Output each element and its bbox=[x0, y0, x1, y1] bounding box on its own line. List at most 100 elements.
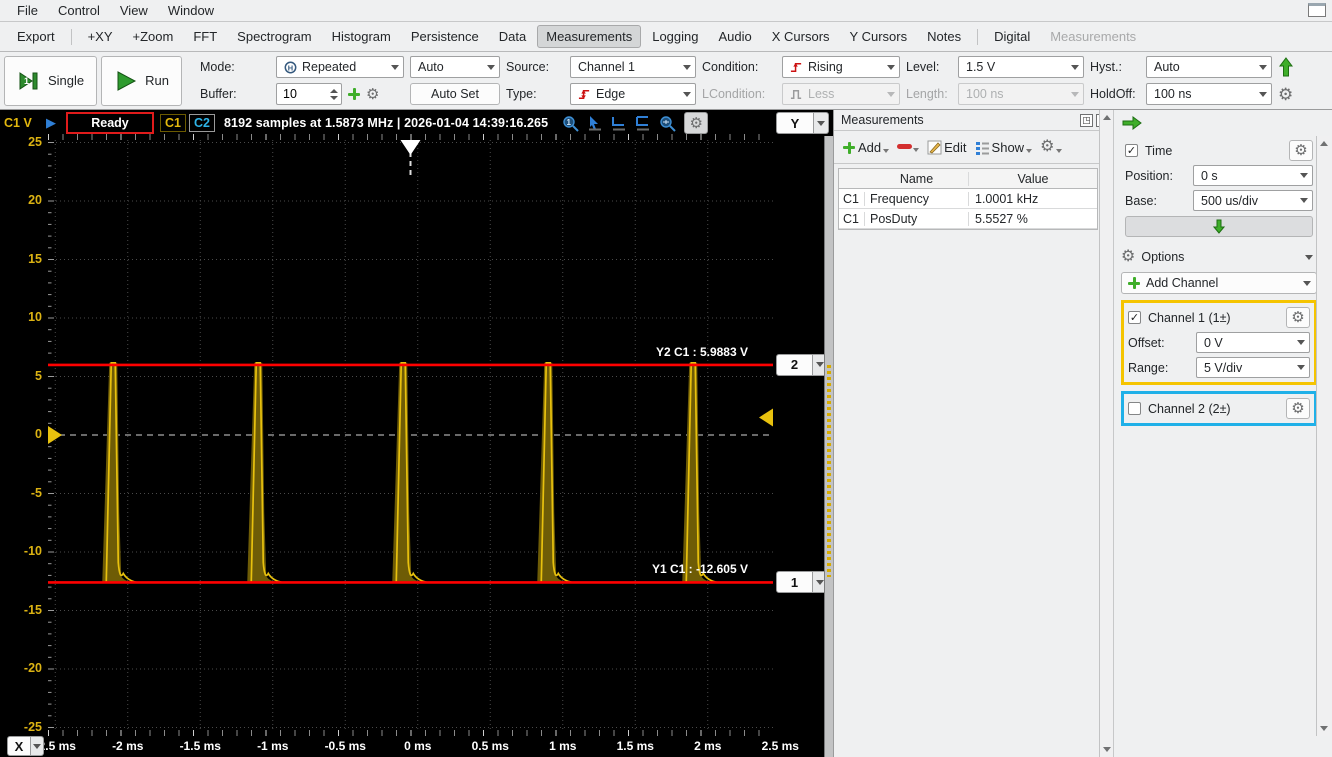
x-axis-button[interactable]: X bbox=[7, 736, 31, 756]
scroll-up-icon[interactable] bbox=[1101, 111, 1113, 124]
channel2-settings-button[interactable]: ⚙ bbox=[1286, 398, 1310, 419]
holdoff-select[interactable]: 100 ns bbox=[1146, 83, 1272, 105]
y-cursor-tool-icon[interactable] bbox=[635, 115, 651, 131]
y-tick-label: 15 bbox=[0, 252, 42, 266]
y2-cursor-number[interactable]: 2 bbox=[776, 354, 813, 376]
float-panel-icon[interactable]: ◳ bbox=[1080, 114, 1093, 127]
view-tab-y-cursors[interactable]: Y Cursors bbox=[841, 25, 917, 48]
buffer-gear-icon[interactable]: ⚙ bbox=[366, 87, 379, 102]
y-axis-button[interactable]: Y bbox=[776, 112, 814, 134]
view-tab-digital[interactable]: Digital bbox=[985, 25, 1039, 48]
options-section[interactable]: ⚙ Options bbox=[1121, 245, 1317, 269]
add-buffer-icon[interactable] bbox=[347, 87, 361, 101]
channel2-checkbox[interactable] bbox=[1128, 402, 1141, 415]
add-dropdown-icon[interactable] bbox=[883, 149, 889, 153]
scroll-down-icon[interactable] bbox=[1318, 722, 1330, 735]
column-name: Name bbox=[865, 172, 969, 186]
scope-plot[interactable] bbox=[48, 140, 773, 730]
x-axis-selector[interactable]: X bbox=[7, 736, 44, 756]
menu-window[interactable]: Window bbox=[159, 1, 223, 20]
base-select[interactable]: 500 us/div bbox=[1193, 190, 1313, 211]
hyst-select[interactable]: Auto bbox=[1146, 56, 1272, 78]
view-tab-spectrogram[interactable]: Spectrogram bbox=[228, 25, 320, 48]
remove-dropdown-icon[interactable] bbox=[913, 148, 919, 152]
view-tab-fft[interactable]: FFT bbox=[184, 25, 226, 48]
y1-cursor-number[interactable]: 1 bbox=[776, 571, 813, 593]
buffer-spinner[interactable] bbox=[276, 83, 342, 105]
y-axis-selector[interactable]: Y bbox=[776, 112, 829, 134]
scroll-down-icon[interactable] bbox=[1101, 743, 1113, 756]
gear-icon: ⚙ bbox=[1040, 139, 1054, 155]
view-tab-measurements[interactable]: Measurements bbox=[537, 25, 641, 48]
view-tab-notes[interactable]: Notes bbox=[918, 25, 970, 48]
view-tab-audio[interactable]: Audio bbox=[710, 25, 761, 48]
channel1-settings-button[interactable]: ⚙ bbox=[1286, 307, 1310, 328]
view-tab-histogram[interactable]: Histogram bbox=[323, 25, 400, 48]
run-button[interactable]: Run bbox=[101, 56, 182, 106]
view-tab-persistence[interactable]: Persistence bbox=[402, 25, 488, 48]
x-cursor-tool-icon[interactable] bbox=[611, 115, 627, 131]
y1-cursor-handle[interactable]: 1 bbox=[776, 571, 828, 593]
autoset-button[interactable]: Auto Set bbox=[410, 83, 500, 105]
table-row[interactable]: C1Frequency1.0001 kHz bbox=[839, 189, 1097, 209]
buffer-input[interactable] bbox=[277, 87, 323, 101]
pointer-cursor-icon[interactable] bbox=[587, 115, 603, 131]
scope-vertical-scrollbar[interactable] bbox=[824, 136, 833, 757]
show-dropdown-icon[interactable] bbox=[1026, 149, 1032, 153]
channel2-badge[interactable]: C2 bbox=[189, 114, 215, 132]
zoom-in-icon[interactable]: 1 bbox=[562, 115, 579, 132]
view-tab-export[interactable]: Export bbox=[8, 25, 64, 48]
plot-settings-button[interactable]: ⚙ bbox=[684, 112, 708, 134]
mode-auto-select[interactable]: Auto bbox=[410, 56, 500, 78]
position-select[interactable]: 0 s bbox=[1193, 165, 1313, 186]
view-tab-logging[interactable]: Logging bbox=[643, 25, 707, 48]
condition-select[interactable]: Rising bbox=[782, 56, 900, 78]
time-settings-button[interactable]: ⚙ bbox=[1289, 140, 1313, 161]
options-scrollbar[interactable] bbox=[1316, 136, 1330, 736]
apply-down-button[interactable] bbox=[1125, 216, 1313, 237]
edit-measurement-button[interactable]: Edit bbox=[925, 137, 968, 158]
time-checkbox[interactable]: ✓ bbox=[1125, 144, 1138, 157]
single-button[interactable]: 1 Single bbox=[4, 56, 97, 106]
offset-select[interactable]: 0 V bbox=[1196, 332, 1310, 353]
window-restore-icon[interactable] bbox=[1308, 3, 1326, 17]
range-select[interactable]: 5 V/div bbox=[1196, 357, 1310, 378]
edit-pencil-icon bbox=[927, 140, 942, 155]
add-channel-button[interactable]: Add Channel bbox=[1121, 272, 1317, 294]
scroll-up-icon[interactable] bbox=[1318, 137, 1330, 150]
trigger-up-arrow-icon[interactable] bbox=[1278, 57, 1294, 77]
menu-file[interactable]: File bbox=[8, 1, 47, 20]
remove-measurement-button[interactable] bbox=[895, 137, 921, 157]
menu-view[interactable]: View bbox=[111, 1, 157, 20]
channel1-badge[interactable]: C1 bbox=[160, 114, 186, 132]
view-tab--xy[interactable]: +XY bbox=[79, 25, 122, 48]
y-axis-dropdown-icon[interactable] bbox=[814, 112, 829, 134]
menu-control[interactable]: Control bbox=[49, 1, 109, 20]
options-dropdown-icon[interactable] bbox=[1305, 255, 1313, 260]
y2-cursor-label: Y2 C1 : 5.9883 V bbox=[588, 345, 748, 359]
measurements-titlebar: Measurements ◳ ✕ bbox=[834, 110, 1113, 131]
source-select[interactable]: Channel 1 bbox=[570, 56, 696, 78]
mode-select[interactable]: H Repeated bbox=[276, 56, 404, 78]
view-tab-data[interactable]: Data bbox=[490, 25, 535, 48]
x-tick-label: 2.5 ms bbox=[750, 739, 810, 753]
x-axis-dropdown-icon[interactable] bbox=[31, 736, 44, 756]
y2-cursor-handle[interactable]: 2 bbox=[776, 354, 828, 376]
add-channel-dropdown-icon[interactable] bbox=[1303, 281, 1311, 286]
trigger-gear-icon[interactable]: ⚙ bbox=[1278, 86, 1293, 103]
channel1-checkbox[interactable]: ✓ bbox=[1128, 311, 1141, 324]
level-select[interactable]: 1.5 V bbox=[958, 56, 1084, 78]
y-tick-label: -15 bbox=[0, 603, 42, 617]
measurements-scrollbar[interactable] bbox=[1099, 110, 1113, 757]
measurements-settings-button[interactable]: ⚙ bbox=[1038, 136, 1064, 158]
view-tab--zoom[interactable]: +Zoom bbox=[124, 25, 183, 48]
type-select[interactable]: Edge bbox=[570, 83, 696, 105]
settings-dropdown-icon[interactable] bbox=[1056, 149, 1062, 153]
add-measurement-button[interactable]: Add bbox=[840, 137, 891, 158]
view-tab-measurements: Measurements bbox=[1041, 25, 1145, 48]
table-row[interactable]: C1PosDuty5.5527 % bbox=[839, 209, 1097, 229]
view-tab-x-cursors[interactable]: X Cursors bbox=[763, 25, 839, 48]
zoom-fit-icon[interactable] bbox=[659, 115, 676, 132]
menu-bar: FileControlViewWindow bbox=[0, 0, 1332, 22]
show-measurement-button[interactable]: Show bbox=[973, 137, 1035, 158]
